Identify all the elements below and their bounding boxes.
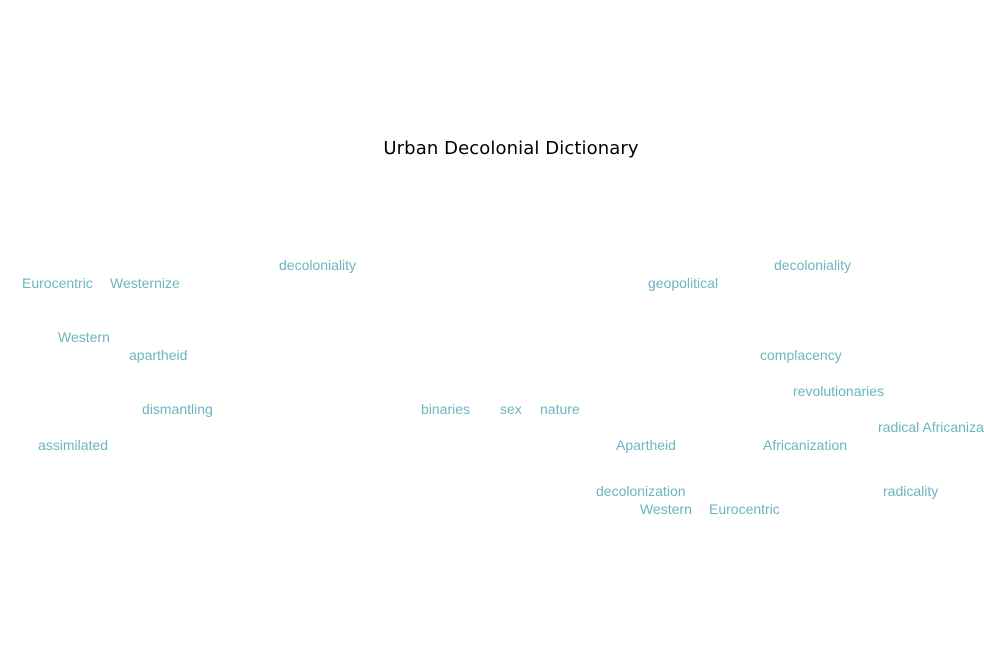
word: Western — [58, 329, 110, 345]
word: binaries — [421, 401, 471, 417]
word: Eurocentric — [709, 501, 780, 517]
word: complacency — [760, 347, 842, 363]
word: decoloniality — [279, 257, 357, 273]
word: geopolitical — [648, 275, 719, 291]
word: apartheid — [129, 347, 188, 363]
word: radicality — [883, 483, 939, 499]
word: Africanization — [763, 437, 848, 453]
word: sex — [500, 401, 522, 417]
page-title: Urban Decolonial Dictionary — [383, 138, 639, 159]
word: dismantling — [142, 401, 213, 417]
word: revolutionaries — [793, 383, 885, 399]
word: Apartheid — [616, 437, 676, 453]
word: Western — [640, 501, 692, 517]
word: Westernize — [110, 275, 180, 291]
word: Eurocentric — [22, 275, 93, 291]
word: radical Africanizati — [878, 419, 984, 435]
word: assimilated — [38, 437, 109, 453]
word: decolonization — [596, 483, 686, 499]
word: decoloniality — [774, 257, 852, 273]
word: nature — [540, 401, 580, 417]
